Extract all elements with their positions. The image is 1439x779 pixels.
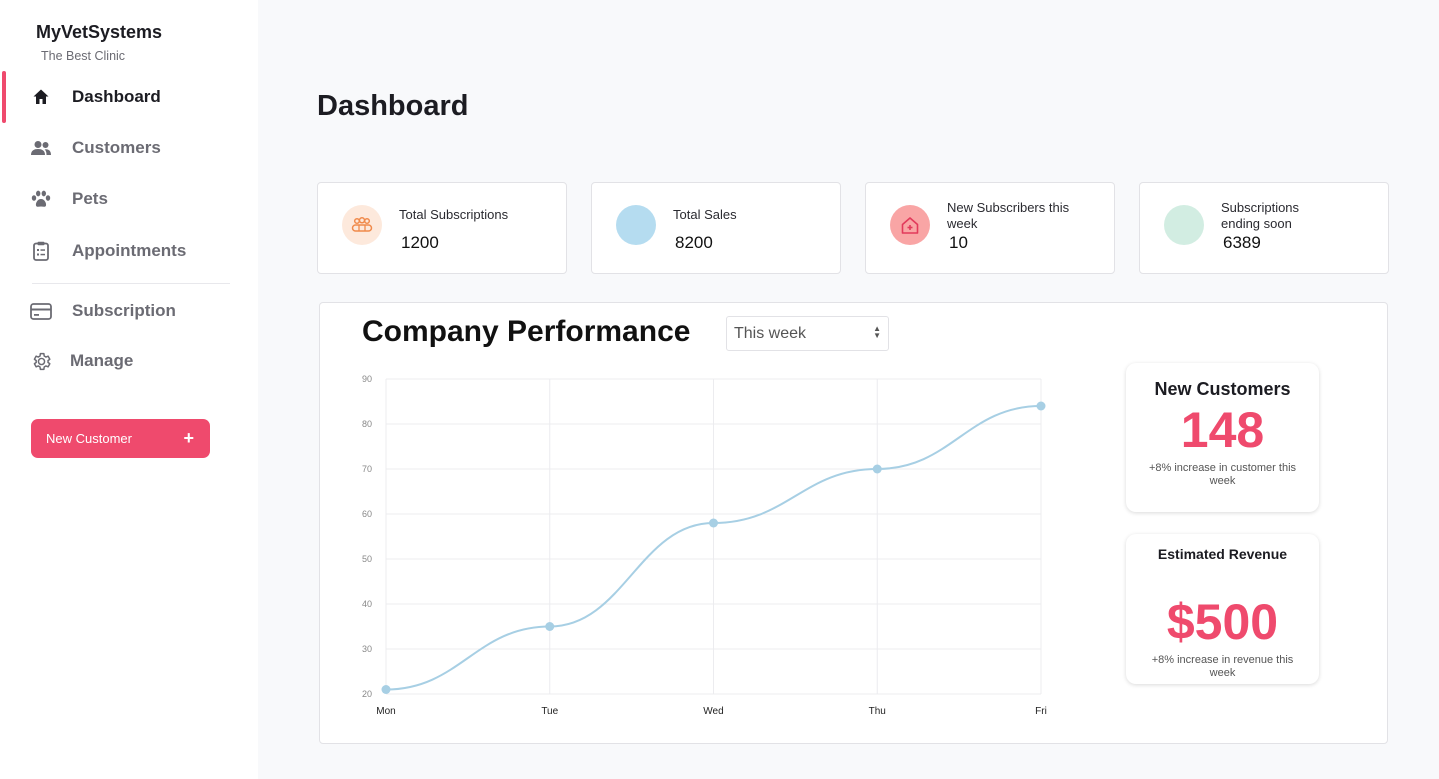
y-tick-label: 50	[362, 554, 372, 564]
stat-title: New Customers	[1154, 379, 1291, 399]
x-tick-label: Thu	[869, 706, 886, 717]
performance-chart: 20 30 40 50 60 70 80 90 Mon Tue Wed Thu Fri	[362, 374, 1047, 717]
card-value: 10	[949, 233, 968, 252]
sidebar-item-manage[interactable]: Manage	[0, 339, 258, 383]
new-customer-button[interactable]: New Customer +	[31, 419, 210, 458]
card-new-subscribers: New Subscribers this week 10	[865, 182, 1115, 274]
sidebar-divider	[32, 283, 230, 284]
card-value: 1200	[401, 233, 439, 252]
paw-icon	[30, 188, 52, 210]
credit-card-icon	[30, 300, 52, 322]
card-title: Subscriptions ending soon	[1221, 200, 1300, 231]
sidebar-item-label: Pets	[72, 189, 108, 208]
stat-title: Estimated Revenue	[1157, 546, 1288, 562]
house-plus-icon	[901, 216, 919, 234]
sidebar-item-dashboard[interactable]: Dashboard	[0, 75, 258, 119]
card-value: 8200	[675, 233, 713, 252]
y-tick-label: 90	[362, 374, 372, 384]
y-tick-label: 40	[362, 599, 372, 609]
stat-note: +8% increase in revenue this week	[1151, 654, 1294, 679]
people-group-icon	[351, 217, 373, 232]
card-title: New Subscribers this week	[947, 200, 1070, 231]
card-icon-circle	[1164, 205, 1204, 245]
y-tick-label: 60	[362, 509, 372, 519]
sidebar-item-customers[interactable]: Customers	[0, 126, 258, 170]
brand: MyVetSystems The Best Clinic	[36, 22, 162, 63]
gear-icon	[30, 350, 52, 372]
y-tick-label: 30	[362, 644, 372, 654]
x-tick-label: Fri	[1035, 706, 1047, 717]
card-value: 6389	[1223, 233, 1261, 252]
card-total-sales: Total Sales 8200	[591, 182, 841, 274]
new-customer-label: New Customer	[46, 431, 132, 446]
performance-panel: Company Performance This week ▲ ▼ 20 30 40 5…	[319, 302, 1388, 744]
y-tick-label: 80	[362, 419, 372, 429]
card-icon-circle	[616, 205, 656, 245]
data-point	[1036, 401, 1046, 411]
data-point	[545, 622, 555, 631]
stat-note: +8% increase in customer this week	[1148, 462, 1297, 487]
x-tick-label: Mon	[376, 706, 395, 717]
users-icon	[30, 137, 52, 159]
sidebar-item-label: Subscription	[72, 301, 176, 320]
x-tick-label: Tue	[541, 706, 558, 717]
card-title: Total Sales	[673, 207, 737, 222]
sidebar-item-label: Appointments	[72, 241, 187, 260]
y-tick-label: 20	[362, 689, 372, 699]
y-tick-label: 70	[362, 464, 372, 474]
plus-icon: +	[183, 428, 194, 448]
brand-name: MyVetSystems	[36, 22, 163, 42]
brand-tagline: The Best Clinic	[41, 49, 126, 63]
sidebar-item-subscription[interactable]: Subscription	[0, 289, 258, 333]
sidebar-item-label: Customers	[72, 138, 161, 157]
card-icon-circle	[342, 205, 382, 245]
card-icon-circle	[890, 205, 930, 245]
sidebar-item-appointments[interactable]: Appointments	[0, 229, 258, 273]
card-total-subscriptions: Total Subscriptions 1200	[317, 182, 567, 274]
sidebar-item-pets[interactable]: Pets	[0, 177, 258, 221]
estimated-revenue-stat: Estimated Revenue $500 +8% increase in r…	[1126, 534, 1319, 684]
sidebar-item-label: Dashboard	[72, 87, 161, 106]
stat-value: $500	[1166, 594, 1279, 650]
card-title: Total Subscriptions	[399, 207, 509, 222]
sidebar: MyVetSystems The Best Clinic Dashboard C…	[0, 0, 258, 779]
data-point	[709, 518, 718, 528]
stat-value: 148	[1180, 402, 1265, 458]
home-icon	[30, 86, 52, 108]
x-tick-label: Wed	[703, 706, 723, 717]
new-customers-stat: New Customers 148 +8% increase in custom…	[1126, 363, 1319, 512]
sidebar-item-label: Manage	[70, 351, 134, 370]
clipboard-icon	[30, 240, 52, 262]
page-title: Dashboard	[317, 90, 469, 122]
card-subscriptions-ending: Subscriptions ending soon 6389	[1139, 182, 1389, 274]
data-point	[872, 464, 882, 474]
data-point	[381, 685, 391, 694]
